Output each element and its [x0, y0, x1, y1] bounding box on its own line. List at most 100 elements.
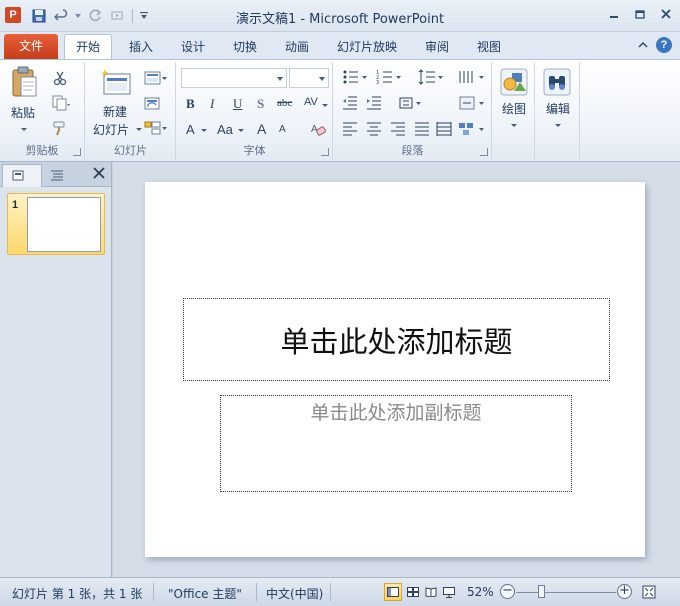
change-case-button[interactable]: Aa: [217, 122, 233, 137]
new-slide-button[interactable]: 新建 幻灯片: [90, 64, 142, 138]
tab-home[interactable]: 开始: [64, 34, 112, 60]
close-icon[interactable]: [660, 8, 672, 20]
status-separator: [153, 583, 154, 601]
restore-icon[interactable]: [634, 8, 646, 20]
align-right-icon[interactable]: [390, 121, 406, 137]
tab-insert[interactable]: 插入: [118, 36, 164, 59]
paragraph-group-label: 段落: [401, 144, 424, 157]
text-direction-icon[interactable]: [398, 95, 424, 111]
clear-formatting-icon[interactable]: A: [310, 121, 327, 137]
paste-icon: [12, 66, 37, 97]
distributed-icon[interactable]: [436, 121, 452, 137]
drawing-label: 绘图: [501, 102, 526, 116]
clipboard-launcher-icon[interactable]: [73, 148, 81, 156]
copy-icon[interactable]: [52, 95, 70, 111]
tab-design[interactable]: 设计: [170, 36, 216, 59]
bold-button[interactable]: B: [186, 96, 195, 112]
zoom-slider-handle[interactable]: [538, 585, 545, 598]
underline-button[interactable]: U: [233, 96, 242, 112]
paste-button[interactable]: 粘贴: [6, 64, 40, 136]
minimize-icon[interactable]: [608, 8, 620, 20]
tab-file[interactable]: 文件: [4, 34, 58, 59]
zoom-in-icon[interactable]: +: [617, 584, 632, 599]
group-clipboard: 粘贴 剪贴板: [0, 62, 85, 160]
group-slides: 新建 幻灯片 幻灯片: [86, 62, 176, 160]
slides-tab[interactable]: [2, 164, 42, 187]
format-painter-icon[interactable]: [52, 120, 68, 136]
strikethrough-button[interactable]: abc: [277, 97, 292, 109]
zoom-level[interactable]: 52%: [467, 585, 494, 599]
status-separator: [330, 583, 331, 601]
status-separator: [256, 583, 257, 601]
new-slide-icon: [101, 69, 131, 95]
outline-tab[interactable]: [44, 166, 70, 186]
svg-text:3: 3: [376, 80, 379, 85]
minimize-ribbon-icon[interactable]: [638, 38, 648, 52]
normal-view-icon[interactable]: [384, 583, 402, 601]
editing-label: 编辑: [545, 102, 570, 116]
section-icon[interactable]: [144, 120, 168, 136]
numbering-icon[interactable]: 123: [376, 69, 402, 86]
text-shadow-button[interactable]: S: [257, 96, 264, 112]
ribbon-home: 粘贴 剪贴板 新建 幻灯片 幻灯片 B I U S abc AV A Aa A …: [0, 59, 680, 162]
grow-font-button[interactable]: A: [257, 121, 266, 137]
tab-animations[interactable]: 动画: [274, 36, 320, 59]
italic-button[interactable]: I: [210, 96, 214, 112]
slides-group-label: 幻灯片: [114, 144, 147, 157]
line-spacing-icon[interactable]: [418, 69, 444, 85]
align-text-icon[interactable]: [458, 95, 486, 111]
drawing-shapes-icon: [500, 68, 528, 96]
font-size-dropdown-icon: [319, 77, 325, 81]
theme-status[interactable]: "Office 主题": [168, 585, 242, 602]
decrease-indent-icon[interactable]: [342, 95, 358, 111]
slide-sorter-view-icon[interactable]: [404, 583, 422, 601]
title-placeholder[interactable]: 单击此处添加标题: [183, 298, 610, 381]
convert-smartart-icon[interactable]: [458, 121, 486, 137]
language-status[interactable]: 中文(中国): [266, 585, 323, 602]
zoom-slider-track[interactable]: [516, 592, 616, 593]
slide-thumbnail: [27, 197, 101, 252]
align-center-icon[interactable]: [366, 121, 382, 137]
font-group-label: 字体: [243, 144, 266, 157]
slide-show-view-icon[interactable]: [440, 583, 458, 601]
increase-indent-icon[interactable]: [366, 95, 382, 111]
zoom-out-icon[interactable]: −: [500, 584, 515, 599]
tab-review[interactable]: 审阅: [414, 36, 460, 59]
slide-thumbnail-item[interactable]: 1: [7, 193, 105, 255]
font-name-select[interactable]: [181, 68, 287, 88]
layout-icon[interactable]: [144, 70, 168, 86]
tab-slide-show[interactable]: 幻灯片放映: [328, 36, 406, 59]
font-size-select[interactable]: [289, 68, 329, 88]
new-slide-label-line2: 幻灯片: [92, 123, 129, 137]
slide[interactable]: 单击此处添加标题 单击此处添加副标题: [145, 182, 645, 557]
columns-icon[interactable]: [458, 69, 486, 85]
tab-transitions[interactable]: 切换: [222, 36, 268, 59]
help-icon[interactable]: ?: [656, 37, 672, 53]
justify-icon[interactable]: [414, 121, 430, 137]
character-spacing-button[interactable]: AV: [304, 96, 318, 108]
tab-view[interactable]: 视图: [466, 36, 512, 59]
fit-slide-to-window-icon[interactable]: [640, 583, 658, 601]
font-launcher-icon[interactable]: [321, 148, 329, 156]
close-panel-icon[interactable]: [93, 167, 105, 183]
reset-slide-icon[interactable]: [144, 95, 160, 111]
cut-icon[interactable]: [52, 70, 68, 86]
shrink-font-button[interactable]: A: [279, 124, 286, 135]
reading-view-icon[interactable]: [422, 583, 440, 601]
paragraph-launcher-icon[interactable]: [480, 148, 488, 156]
font-color-button[interactable]: A: [186, 122, 195, 137]
font-name-dropdown-icon: [277, 77, 283, 81]
group-font: B I U S abc AV A Aa A A A 字体: [177, 62, 333, 160]
title-placeholder-text: 单击此处添加标题: [280, 324, 513, 359]
subtitle-placeholder[interactable]: 单击此处添加副标题: [220, 395, 572, 492]
group-drawing[interactable]: 绘图: [493, 62, 535, 160]
status-bar: 幻灯片 第 1 张，共 1 张 "Office 主题" 中文(中国) 52% −…: [0, 577, 680, 606]
ribbon-tabs: 文件 开始 插入 设计 切换 动画 幻灯片放映 审阅 视图 ?: [0, 32, 680, 60]
align-left-icon[interactable]: [342, 121, 358, 137]
new-slide-dropdown-icon: [136, 128, 142, 131]
outline-view-icon: [51, 170, 63, 181]
character-spacing-dropdown-icon: [322, 104, 328, 107]
group-editing[interactable]: 编辑: [536, 62, 580, 160]
slide-editing-area: 单击此处添加标题 单击此处添加副标题: [113, 162, 680, 577]
bullets-icon[interactable]: [342, 69, 368, 85]
